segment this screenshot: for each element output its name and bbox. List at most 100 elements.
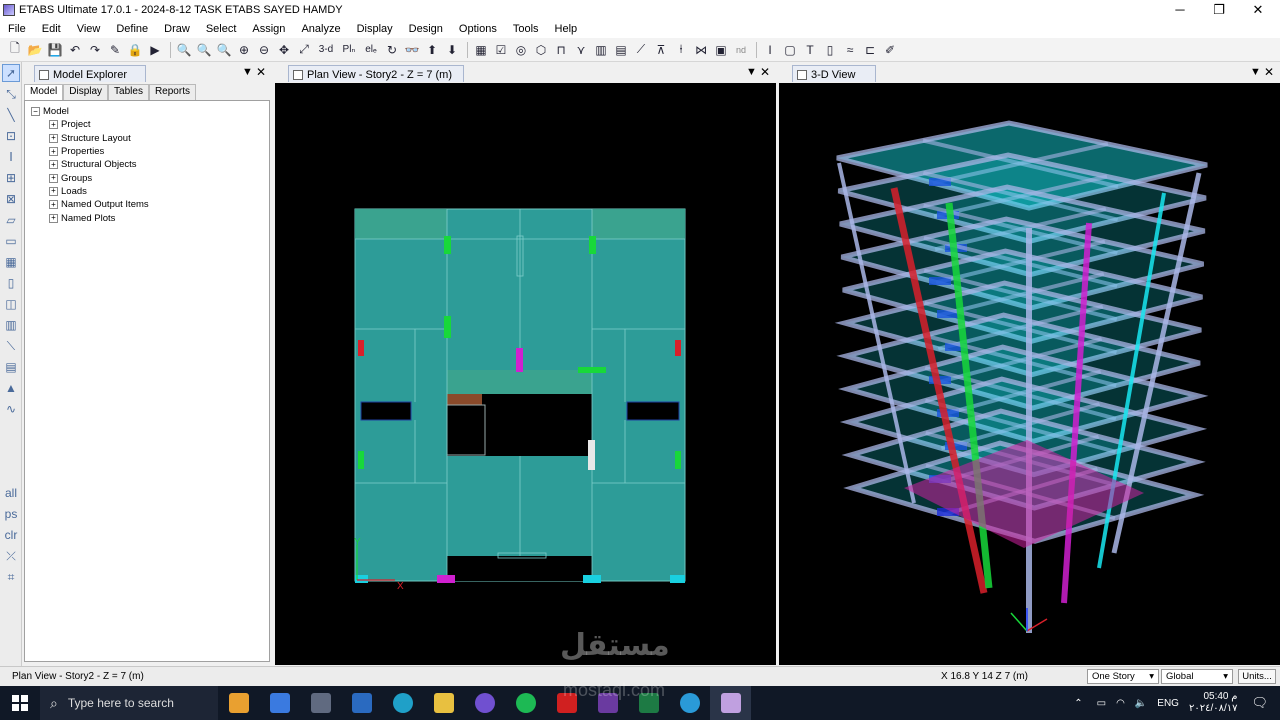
units-button[interactable]: Units... <box>1238 669 1276 684</box>
column[interactable] <box>578 367 606 373</box>
open-file-icon[interactable]: 📂 <box>26 41 44 59</box>
draw-slab-icon[interactable]: ▥ <box>2 316 20 334</box>
chevron-up-icon[interactable]: ⌃ <box>1074 698 1082 709</box>
column[interactable] <box>516 348 523 372</box>
draw-grid-area-icon[interactable]: ▦ <box>2 253 20 271</box>
clock[interactable]: 05:40 م ٢٠٢٤/٠٨/١٧ <box>1189 691 1238 715</box>
menu-edit[interactable]: Edit <box>34 23 69 35</box>
plan-view-tab[interactable]: Plan View - Story2 - Z = 7 (m) <box>288 65 464 82</box>
elevation-view-button[interactable]: elₑ <box>361 41 381 59</box>
tree-node-named-output-items[interactable]: + Named Output Items <box>31 198 263 211</box>
clear-selection-icon[interactable]: clr <box>2 526 20 544</box>
zoom-previous-icon[interactable]: 🔍 <box>215 41 233 59</box>
expand-icon[interactable]: + <box>49 186 58 196</box>
view-3d-button[interactable]: 3-d <box>315 41 337 59</box>
section-column-icon[interactable]: ▯ <box>821 41 839 59</box>
menu-draw[interactable]: Draw <box>156 23 198 35</box>
menu-select[interactable]: Select <box>198 23 245 35</box>
tree-node-named-plots[interactable]: + Named Plots <box>31 211 263 224</box>
zoom-restore-icon[interactable]: 🔍 <box>195 41 213 59</box>
draw-frame-tool-icon[interactable]: ⊡ <box>2 127 20 145</box>
draw-area-icon[interactable]: ▱ <box>2 211 20 229</box>
tree-node-groups[interactable]: + Groups <box>31 171 263 184</box>
tab-tables[interactable]: Tables <box>108 84 149 100</box>
shape-dropdown-icon[interactable]: ⬡ <box>532 41 550 59</box>
column[interactable] <box>588 440 595 470</box>
draw-support-icon[interactable]: ⋈ <box>692 41 710 59</box>
spotify-icon[interactable] <box>505 686 546 720</box>
taskbar-search-box[interactable]: ⌕ Type here to search <box>40 686 218 720</box>
etabs-taskbar-icon[interactable] <box>710 686 751 720</box>
column[interactable] <box>583 575 601 583</box>
menu-analyze[interactable]: Analyze <box>293 23 348 35</box>
select-all-icon[interactable]: all <box>2 484 20 502</box>
intersect-select-icon[interactable]: ⤫ <box>2 547 20 565</box>
plan-view-button[interactable]: Plₙ <box>339 41 359 59</box>
draw-grid-icon[interactable]: ▣ <box>712 41 730 59</box>
file-explorer-icon[interactable] <box>423 686 464 720</box>
expand-icon[interactable]: + <box>49 200 58 210</box>
plan-view-dropdown-icon[interactable]: ▼ <box>746 66 757 78</box>
tab-model[interactable]: Model <box>24 84 64 100</box>
draw-beam-icon[interactable]: ⊞ <box>2 169 20 187</box>
edge-browser-icon[interactable] <box>382 686 423 720</box>
model-explorer-tab[interactable]: Model Explorer <box>34 65 146 82</box>
section-channel-icon[interactable]: ⊏ <box>861 41 879 59</box>
calculator-icon[interactable] <box>300 686 341 720</box>
close-button[interactable]: ✕ <box>1240 0 1276 19</box>
menu-options[interactable]: Options <box>451 23 505 35</box>
coordinate-system-select[interactable]: Global ▾ <box>1161 669 1233 684</box>
tree-node-loads[interactable]: + Loads <box>31 185 263 198</box>
view-3d-tab[interactable]: 3-D View <box>792 65 876 82</box>
menu-assign[interactable]: Assign <box>244 23 293 35</box>
draw-column-icon[interactable]: Ⅰ <box>2 148 20 166</box>
language-indicator[interactable]: ENG <box>1157 698 1179 709</box>
menu-view[interactable]: View <box>69 23 109 35</box>
draw-line-icon[interactable]: ╲ <box>2 106 20 124</box>
expand-icon[interactable]: + <box>49 173 58 183</box>
tree-node-model[interactable]: − Model <box>31 105 263 118</box>
zoom-out-icon[interactable]: ⊖ <box>255 41 273 59</box>
menu-display[interactable]: Display <box>349 23 401 35</box>
menu-define[interactable]: Define <box>108 23 156 35</box>
tab-display[interactable]: Display <box>63 84 109 100</box>
menu-file[interactable]: File <box>0 23 34 35</box>
volume-icon[interactable]: 🔈 <box>1135 698 1147 709</box>
move-up-icon[interactable]: ⬆ <box>423 41 441 59</box>
draw-opening-icon[interactable]: ◫ <box>2 295 20 313</box>
notifications-icon[interactable]: 🗨 <box>1251 695 1268 711</box>
expand-icon[interactable]: + <box>49 133 58 143</box>
set-display-icon[interactable]: ☑ <box>492 41 510 59</box>
explorer-close-icon[interactable]: ✕ <box>256 65 266 79</box>
section-draw-icon[interactable]: ✐ <box>881 41 899 59</box>
view-3d-close-icon[interactable]: ✕ <box>1264 65 1274 79</box>
draw-stair-icon[interactable]: ⟍ <box>2 337 20 355</box>
rotate-3d-icon[interactable]: ↻ <box>383 41 401 59</box>
view-3d-canvas[interactable] <box>779 83 1280 665</box>
tree-node-project[interactable]: + Project <box>31 118 263 131</box>
tab-reports[interactable]: Reports <box>148 84 196 100</box>
expand-icon[interactable]: + <box>49 147 58 157</box>
maximize-button[interactable]: ❐ <box>1201 0 1237 19</box>
column[interactable] <box>675 451 681 469</box>
new-file-icon[interactable]: 🗋 <box>6 41 24 59</box>
perspective-icon[interactable]: 👓 <box>403 41 421 59</box>
draw-ramp-tool-icon[interactable]: ▤ <box>2 358 20 376</box>
redo-icon[interactable]: ↷ <box>86 41 104 59</box>
draw-tendon-icon[interactable]: ▲ <box>2 379 20 397</box>
windows-start-icon[interactable] <box>0 686 40 720</box>
column[interactable] <box>670 575 685 583</box>
snap-icon[interactable]: ◎ <box>512 41 530 59</box>
battery-icon[interactable]: ▭ <box>1097 698 1106 709</box>
tree-node-properties[interactable]: + Properties <box>31 145 263 158</box>
draw-wall-tool-icon[interactable]: ▯ <box>2 274 20 292</box>
undo-icon[interactable]: ↶ <box>66 41 84 59</box>
move-down-icon[interactable]: ⬇ <box>443 41 461 59</box>
zoom-in-icon[interactable]: ⊕ <box>235 41 253 59</box>
draw-ramp-icon[interactable]: ⟋ <box>632 41 650 59</box>
run-analysis-icon[interactable]: ▶ <box>146 41 164 59</box>
story-select[interactable]: One Story ▾ <box>1087 669 1159 684</box>
snap-grid-icon[interactable]: ⌗ <box>2 568 20 586</box>
expand-icon[interactable]: + <box>49 213 58 223</box>
draw-wall-icon[interactable]: ▥ <box>592 41 610 59</box>
